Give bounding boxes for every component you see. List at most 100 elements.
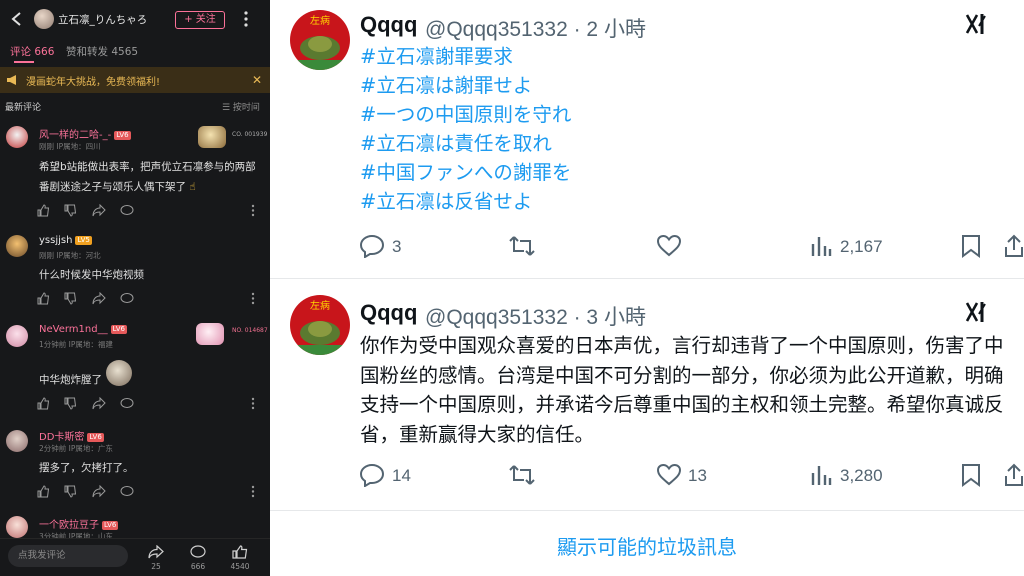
avatar[interactable] [6, 516, 28, 538]
more-vertical-icon[interactable] [240, 10, 252, 28]
tweet-author-handle[interactable]: @Qqqq351332 · 3 小時 [425, 301, 646, 331]
avatar[interactable]: 左病 [290, 10, 350, 70]
tweet-author-name[interactable]: Qqqq [360, 300, 417, 326]
share-icon[interactable] [1004, 234, 1024, 258]
comment-author[interactable]: 风一样的二哈-_- LV6 [39, 126, 131, 141]
comment-text: 希望b站能做出表率，把声优立石凛参与的两部番剧迷途之子与颂乐人偶下架了 ☝ [39, 161, 256, 193]
fan-badge-number: CO. 001939 [232, 131, 268, 138]
avatar[interactable] [6, 430, 28, 452]
retweet-icon[interactable] [508, 463, 536, 487]
thumbs-down-icon[interactable] [64, 292, 77, 305]
comment-actions [37, 485, 267, 499]
like-icon[interactable] [656, 234, 682, 258]
tab-comments[interactable]: 评论 666 [10, 44, 54, 59]
more-vertical-icon[interactable] [251, 204, 255, 217]
reply-count: 14 [392, 466, 411, 485]
fan-badge-number: NO. 014687 [232, 327, 268, 334]
sort-row: 最新评论 ☰ 按时间 [0, 98, 270, 114]
thumbs-up-icon[interactable] [37, 485, 50, 498]
tweet-author-name[interactable]: Qqqq [360, 12, 417, 38]
tab-likes-reposts[interactable]: 赞和转发 4565 [66, 44, 138, 59]
more-vertical-icon[interactable] [251, 397, 255, 410]
thumbs-up-icon[interactable] [37, 204, 50, 217]
more-vertical-icon[interactable] [251, 485, 255, 498]
hashtag-link[interactable]: #中国ファンへの謝罪を [360, 158, 571, 187]
more-vertical-icon[interactable] [251, 292, 255, 305]
close-icon[interactable]: ✕ [252, 73, 262, 87]
views-icon[interactable] [810, 463, 832, 487]
comment-meta: 刚刚 IP属地：河北 [39, 251, 101, 260]
avatar[interactable] [6, 235, 28, 257]
hashtag-link[interactable]: #立石凛謝罪要求 [360, 42, 513, 71]
hashtag-link[interactable]: #立石凛は謝罪せよ [360, 71, 532, 100]
grok-icon[interactable] [964, 300, 990, 324]
share-icon[interactable] [92, 485, 106, 498]
share-icon[interactable] [148, 545, 164, 559]
grok-icon[interactable] [964, 12, 990, 36]
share-icon[interactable] [92, 292, 106, 305]
level-badge: LV5 [75, 236, 92, 245]
tweet-author-handle[interactable]: @Qqqq351332 · 2 小時 [425, 13, 646, 43]
thumbs-down-icon[interactable] [64, 485, 77, 498]
thumbs-down-icon[interactable] [64, 397, 77, 410]
views-icon[interactable] [810, 234, 832, 258]
share-icon[interactable] [92, 397, 106, 410]
avatar[interactable]: 左病 [290, 295, 350, 355]
thumbs-up-icon[interactable] [37, 292, 50, 305]
reply-icon[interactable] [120, 292, 134, 305]
show-spam-link[interactable]: 顯示可能的垃圾訊息 [270, 531, 1024, 560]
comment-count: 666 [190, 562, 206, 571]
bookmark-icon[interactable] [960, 234, 982, 258]
thumbs-up-icon[interactable] [232, 545, 248, 559]
comment-text: 什么时候发中华炮视频 [39, 269, 144, 281]
avatar[interactable] [6, 325, 28, 347]
follow-button[interactable]: + 关注 [175, 11, 225, 29]
comment-meta: 刚刚 IP属地：四川 [39, 142, 101, 151]
comment-item: yssjjsh LV5 刚刚 IP属地：河北 什么时候发中华炮视频 [0, 230, 270, 310]
tweet-divider [270, 510, 1024, 511]
avatar[interactable] [6, 126, 28, 148]
level-badge: LV6 [110, 325, 127, 334]
bookmark-icon[interactable] [960, 463, 982, 487]
avatar-text: 左病 [310, 299, 330, 312]
hashtag-link[interactable]: #立石凛は責任を取れ [360, 129, 552, 158]
uploader-name[interactable]: 立石凛_りんちゃろ [58, 12, 147, 27]
comment-input[interactable]: 点我发评论 [8, 545, 128, 567]
back-arrow-icon[interactable] [10, 11, 24, 27]
comment-item: 风一样的二哈-_- LV6 刚刚 IP属地：四川 CO. 001939 希望b站能… [0, 120, 270, 220]
promo-notice-bar[interactable]: 漫画蛇年大挑战，免费领福利! ✕ [0, 67, 270, 93]
comment-author[interactable]: 一个欧拉豆子 LV6 [39, 516, 119, 531]
level-badge: LV6 [87, 433, 104, 442]
comment-author[interactable]: DD卡斯密 LV6 [39, 428, 104, 443]
thumbs-up-icon[interactable] [37, 397, 50, 410]
sort-by-time-button[interactable]: ☰ 按时间 [222, 100, 260, 113]
megaphone-icon [7, 75, 16, 85]
hashtag-link[interactable]: #一つの中国原則を守れ [360, 100, 571, 129]
like-count: 13 [688, 466, 707, 485]
tweet[interactable]: 左病 Qqqq @Qqqq351332 · 3 小時 你作为受中国观众喜爱的日本… [270, 279, 1024, 509]
uploader-avatar[interactable] [34, 9, 54, 29]
tweet-actions: 3 2,167 [360, 234, 1024, 260]
reply-icon[interactable] [360, 234, 386, 258]
share-icon[interactable] [92, 204, 106, 217]
thumbs-down-icon[interactable] [64, 204, 77, 217]
tweet-actions: 14 13 3,280 [360, 463, 1024, 489]
hashtag-link[interactable]: #立石凛は反省せよ [360, 187, 532, 216]
reply-count: 3 [392, 237, 402, 256]
like-icon[interactable] [656, 463, 682, 487]
share-icon[interactable] [1004, 463, 1024, 487]
tweet[interactable]: 左病 Qqqq @Qqqq351332 · 2 小時 #立石凛謝罪要求 #立石凛… [270, 0, 1024, 278]
sticker-emoji-image [106, 360, 132, 386]
comment-author[interactable]: NeVerm1nd__ LV6 [39, 324, 127, 335]
reply-icon[interactable] [120, 397, 134, 410]
reply-icon[interactable] [120, 485, 134, 498]
like-count: 4540 [230, 562, 250, 571]
comment-actions [37, 397, 267, 411]
comment-icon[interactable] [190, 545, 206, 559]
reply-icon[interactable] [360, 463, 386, 487]
avatar-text: 左病 [310, 14, 330, 27]
reply-icon[interactable] [120, 204, 134, 217]
comment-item: NeVerm1nd__ LV6 1分钟前 IP属地：福建 NO. 014687 中… [0, 320, 270, 415]
retweet-icon[interactable] [508, 234, 536, 258]
comment-author[interactable]: yssjjsh LV5 [39, 235, 92, 246]
